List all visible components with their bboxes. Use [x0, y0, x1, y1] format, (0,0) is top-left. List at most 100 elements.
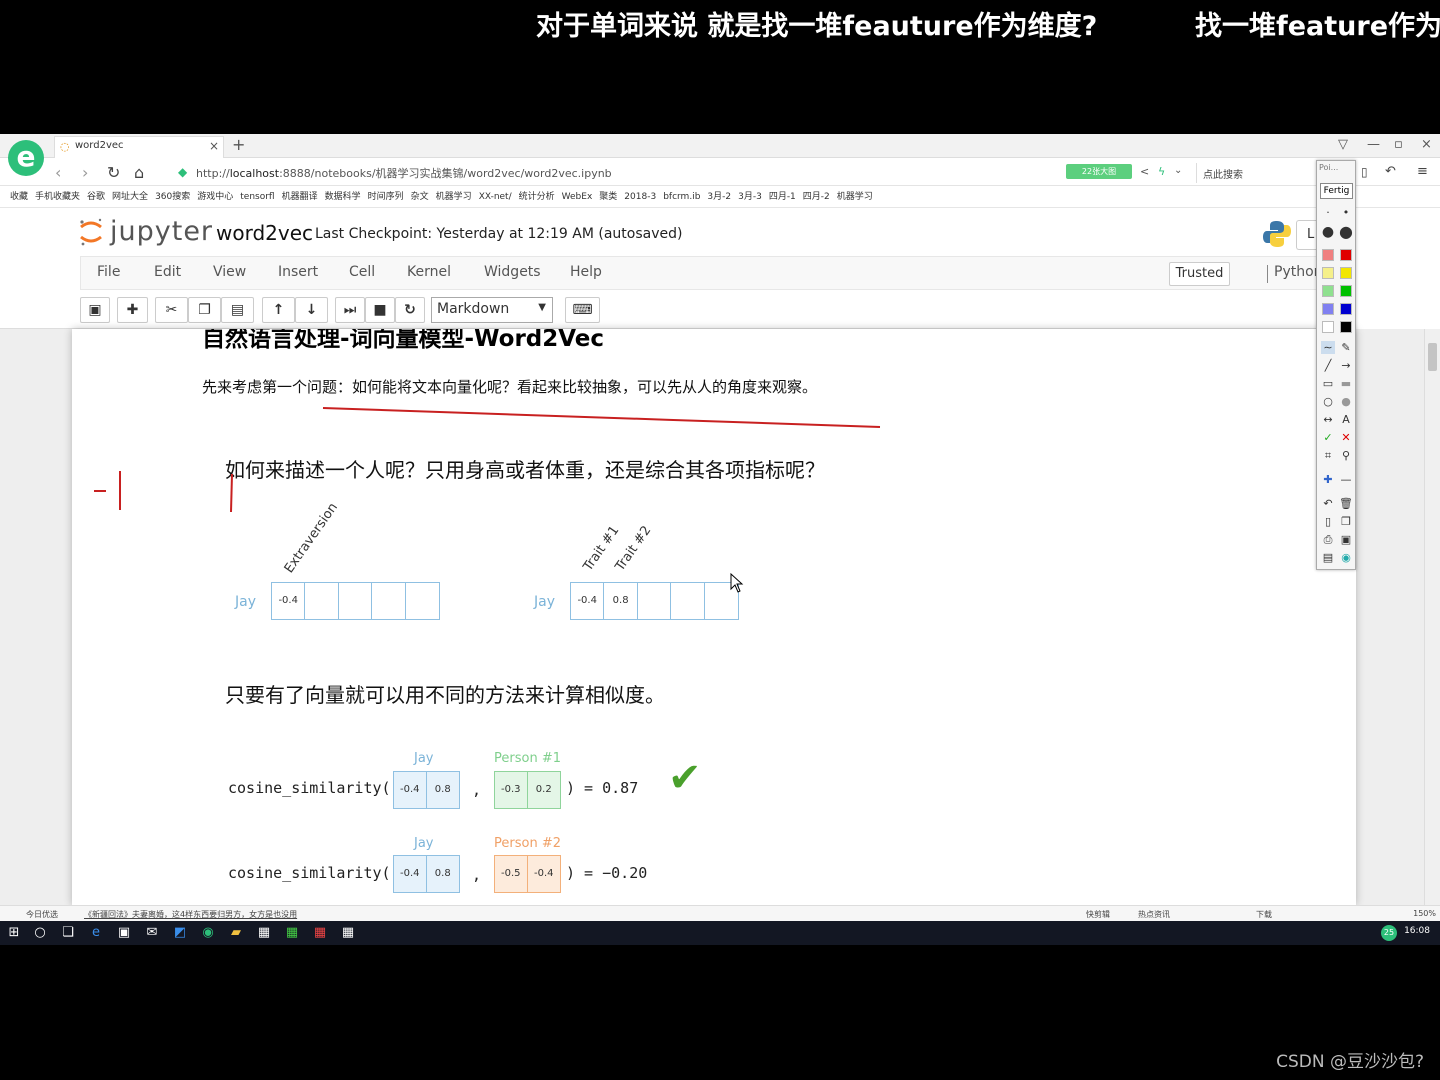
notebook-name[interactable]: word2vec — [216, 221, 313, 245]
bookmark-item[interactable]: 手机收藏夹 — [35, 186, 80, 207]
news-headline[interactable]: 《新疆回法》夫妻离婚，这4样东西要归男方，女方是也没用 — [84, 909, 297, 920]
share-icon[interactable]: < — [1140, 165, 1149, 178]
color-swatch[interactable] — [1322, 321, 1334, 333]
color-swatch[interactable] — [1322, 249, 1334, 261]
menu-help[interactable]: Help — [570, 264, 602, 280]
new-tab-button[interactable]: + — [232, 135, 245, 154]
folder-icon[interactable]: ▰ — [228, 925, 244, 941]
reload-icon[interactable]: ↻ — [107, 163, 120, 182]
color-swatch[interactable] — [1322, 303, 1334, 315]
keyboard-icon[interactable]: ⌨ — [565, 297, 600, 323]
menu-insert[interactable]: Insert — [278, 264, 318, 280]
lightning-icon[interactable]: ϟ — [1158, 165, 1165, 178]
app-icon[interactable]: ◩ — [172, 925, 188, 941]
dot-large-icon[interactable]: ● — [1321, 224, 1335, 240]
url-field[interactable]: ◆ http://localhost:8888/notebooks/机器学习实战… — [178, 163, 1058, 183]
double-arrow-icon[interactable]: ↔ — [1321, 413, 1335, 426]
zoom-level[interactable]: 150% — [1413, 909, 1436, 918]
bookmark-item[interactable]: 四月-1 — [769, 186, 796, 207]
bookmark-item[interactable]: 统计分析 — [519, 186, 555, 207]
bookmark-item[interactable]: 3月-2 — [707, 186, 731, 207]
bookmark-item[interactable]: XX-net/ — [479, 186, 512, 207]
filled-rectangle-icon[interactable]: ▬ — [1339, 377, 1353, 390]
move-down-icon[interactable]: ↓ — [295, 297, 328, 323]
color-swatch[interactable] — [1340, 267, 1352, 279]
screen-icon[interactable]: ▤ — [1321, 551, 1335, 564]
move-up-icon[interactable]: ↑ — [262, 297, 295, 323]
bookmark-item[interactable]: 聚类 — [599, 186, 617, 207]
rectangle-icon[interactable]: ▭ — [1321, 377, 1335, 390]
color-swatch[interactable] — [1340, 321, 1352, 333]
app-icon[interactable]: ▦ — [312, 925, 328, 941]
crop-icon[interactable]: ⌗ — [1321, 449, 1335, 463]
save-icon[interactable]: ▣ — [1339, 533, 1353, 546]
forward-icon[interactable]: › — [82, 163, 88, 182]
mail-icon[interactable]: ✉ — [144, 925, 160, 941]
window-close-icon[interactable]: × — [1421, 137, 1432, 152]
copy-page-icon[interactable]: ❐ — [1339, 515, 1353, 528]
plus-icon[interactable]: ✚ — [1321, 473, 1335, 486]
app-icon[interactable]: ▦ — [256, 925, 272, 941]
clock[interactable]: 16:08 — [1404, 926, 1430, 936]
bookmark-item[interactable]: 机器学习 — [837, 186, 873, 207]
tab-close-icon[interactable]: × — [209, 139, 219, 153]
trusted-indicator[interactable]: Trusted — [1169, 262, 1230, 286]
color-swatch[interactable] — [1322, 285, 1334, 297]
menu-view[interactable]: View — [213, 264, 246, 280]
notebook-cell[interactable]: 自然语言处理-词向量模型-Word2Vec 先来考虑第一个问题：如何能将文本向量… — [72, 329, 1356, 905]
status-item[interactable]: 快剪辑 — [1086, 909, 1110, 920]
menu-widgets[interactable]: Widgets — [484, 264, 541, 280]
menu-file[interactable]: File — [97, 264, 120, 280]
bookmark-item[interactable]: bfcrm.ib — [663, 186, 700, 207]
browser-tab[interactable]: ◌ word2vec × — [54, 136, 224, 158]
done-button[interactable]: Fertig — [1320, 183, 1353, 199]
filled-ellipse-icon[interactable]: ● — [1339, 395, 1353, 408]
print-icon[interactable]: ⎙ — [1321, 533, 1335, 547]
color-swatch[interactable] — [1340, 249, 1352, 261]
globe-icon[interactable]: ◉ — [1339, 551, 1353, 564]
store-icon[interactable]: ▣ — [116, 925, 132, 941]
bookmark-item[interactable]: 网址大全 — [112, 186, 148, 207]
search-input[interactable]: 点此搜索 — [1196, 163, 1314, 183]
status-item[interactable]: 下载 — [1256, 909, 1272, 920]
arrow-icon[interactable]: → — [1339, 359, 1353, 372]
windows-start-icon[interactable]: ⊞ — [6, 925, 22, 941]
status-item[interactable]: 热点资讯 — [1138, 909, 1170, 920]
bookmark-item[interactable]: 3月-3 — [738, 186, 762, 207]
cross-icon[interactable]: ✕ — [1339, 431, 1353, 444]
bookmark-item[interactable]: 机器翻译 — [282, 186, 318, 207]
dot-xlarge-icon[interactable]: ● — [1339, 222, 1353, 241]
dot-medium-icon[interactable]: • — [1339, 206, 1353, 219]
bookmark-item[interactable]: 数据科学 — [325, 186, 361, 207]
tray-badge[interactable]: 25 — [1381, 925, 1397, 941]
stop-icon[interactable]: ■ — [365, 297, 395, 323]
undo-icon[interactable]: ↶ — [1385, 164, 1396, 179]
cell-type-select[interactable]: Markdown ▼ — [431, 297, 553, 323]
bookmark-item[interactable]: 2018-3 — [624, 186, 656, 207]
bookmark-item[interactable]: 四月-2 — [803, 186, 830, 207]
menu-kernel[interactable]: Kernel — [407, 264, 451, 280]
minimize-icon[interactable]: — — [1367, 137, 1380, 152]
scroll-thumb[interactable] — [1428, 343, 1437, 371]
browser-logo-icon[interactable]: e — [8, 140, 44, 176]
text-icon[interactable]: A — [1339, 413, 1353, 426]
color-swatch[interactable] — [1340, 285, 1352, 297]
restore-icon[interactable]: ▫ — [1394, 137, 1403, 152]
browser-app-icon[interactable]: ◉ — [200, 925, 216, 941]
skin-icon[interactable]: ▽ — [1338, 137, 1348, 152]
vertical-scrollbar[interactable] — [1424, 329, 1440, 905]
bookmark-item[interactable]: 360搜索 — [155, 186, 190, 207]
jupyter-logo[interactable]: jupyter — [78, 216, 212, 248]
bookmark-item[interactable]: 收藏 — [10, 186, 28, 207]
pencil-icon[interactable]: ✎ — [1339, 341, 1353, 354]
back-icon[interactable]: ‹ — [55, 163, 61, 182]
menu-icon[interactable]: ≡ — [1417, 164, 1428, 179]
undo-icon[interactable]: ↶ — [1321, 497, 1335, 510]
news-label[interactable]: 今日优选 — [26, 909, 58, 920]
menu-cell[interactable]: Cell — [349, 264, 375, 280]
cut-icon[interactable]: ✂ — [155, 297, 188, 323]
chevron-down-icon[interactable]: ⌄ — [1174, 165, 1182, 176]
app-icon[interactable]: ▦ — [284, 925, 300, 941]
minus-icon[interactable]: — — [1339, 473, 1353, 486]
bookmark-item[interactable]: 机器学习 — [436, 186, 472, 207]
